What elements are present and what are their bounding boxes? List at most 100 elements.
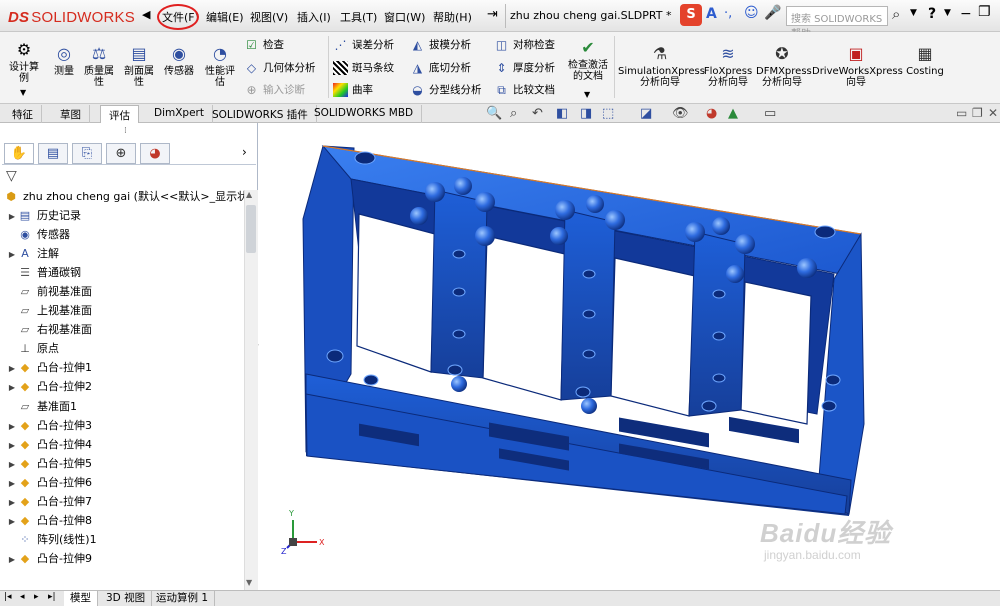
check-button[interactable]: ☑ 检查: [244, 37, 284, 52]
property-manager-tab-icon[interactable]: ▤: [38, 143, 68, 164]
expand-arrow-icon[interactable]: ▶: [6, 512, 18, 531]
check-active-document-dropdown-icon[interactable]: ▼: [584, 90, 590, 99]
simulationxpress-button[interactable]: ⚗ SimulationXpress 分析向导: [618, 44, 705, 88]
feature-manager-tab-icon[interactable]: ✋: [4, 143, 34, 164]
previous-view-icon[interactable]: ↶: [532, 106, 543, 121]
dynamic-annotation-icon[interactable]: ◨: [580, 106, 592, 121]
tree-item[interactable]: ▶ ◆ 凸台-拉伸2: [6, 377, 92, 396]
tab-sketch[interactable]: 草图: [52, 105, 90, 123]
zebra-stripes-button[interactable]: 斑马条纹: [333, 60, 394, 75]
menu-tools[interactable]: 工具(T): [340, 9, 377, 25]
expand-arrow-icon[interactable]: ▶: [6, 207, 18, 226]
design-study-button[interactable]: ⚙ 设计算 例: [4, 40, 44, 84]
view-settings-icon[interactable]: ▭: [764, 106, 776, 121]
dimxpert-manager-tab-icon[interactable]: ⊕: [106, 143, 136, 164]
tree-item[interactable]: ⊥ 原点: [6, 339, 59, 358]
restore-icon[interactable]: ❐: [978, 4, 991, 20]
tree-item[interactable]: ▶ ◆ 凸台-拉伸3: [6, 416, 92, 435]
window-minimize-icon[interactable]: ▭: [956, 106, 967, 120]
configuration-manager-tab-icon[interactable]: ⎘: [72, 143, 102, 164]
tab-3d-view[interactable]: 3D 视图: [100, 591, 153, 606]
tab-motion-study[interactable]: 运动算例 1: [150, 591, 216, 606]
display-style-icon[interactable]: ◪: [640, 106, 652, 121]
zoom-to-area-icon[interactable]: ⌕: [510, 106, 517, 121]
tree-item[interactable]: ▶ ◆ 凸台-拉伸1: [6, 358, 92, 377]
tree-item[interactable]: ☰ 普通碳钢: [6, 263, 81, 282]
expand-arrow-icon[interactable]: ▶: [6, 417, 18, 436]
view-orientation-icon[interactable]: ⬚: [602, 106, 614, 121]
minimize-icon[interactable]: −: [960, 6, 972, 22]
hide-show-items-icon[interactable]: 👁: [672, 106, 689, 121]
tabs-expand-arrow-icon[interactable]: ›: [242, 145, 247, 159]
deviation-analysis-button[interactable]: ⋰ 误差分析: [333, 37, 395, 52]
tab-dimxpert[interactable]: DimXpert: [146, 105, 213, 123]
window-restore-icon[interactable]: ❐: [972, 106, 983, 120]
expand-arrow-icon[interactable]: ▶: [6, 474, 18, 493]
tab-evaluate[interactable]: 评估: [100, 105, 139, 123]
expand-arrow-icon[interactable]: ▶: [6, 455, 18, 474]
tree-item[interactable]: ▶ ◆ 凸台-拉伸6: [6, 473, 92, 492]
tree-item[interactable]: ▶ ◆ 凸台-拉伸9: [6, 549, 92, 568]
tree-item[interactable]: ▶ ◆ 凸台-拉伸7: [6, 492, 92, 511]
menu-view[interactable]: 视图(V): [250, 9, 288, 25]
tree-item[interactable]: ▶ ◆ 凸台-拉伸5: [6, 454, 92, 473]
performance-evaluation-button[interactable]: ◔ 性能评 估: [200, 44, 240, 88]
menu-help[interactable]: 帮助(H): [433, 9, 472, 25]
draft-analysis-button[interactable]: ◭ 拔模分析: [410, 37, 471, 52]
tree-item[interactable]: ▶ ◆ 凸台-拉伸4: [6, 435, 92, 454]
tree-item[interactable]: ▱ 右视基准面: [6, 320, 92, 339]
symmetry-check-button[interactable]: ◫ 对称检查: [494, 37, 555, 52]
search-input[interactable]: 搜索 SOLIDWORKS 帮助: [786, 6, 888, 40]
dfmxpress-button[interactable]: ✪ DFMXpress 分析向导: [756, 44, 812, 88]
pin-icon[interactable]: ⇥: [487, 7, 498, 22]
tree-item[interactable]: ▱ 前视基准面: [6, 282, 92, 301]
scroll-down-icon[interactable]: ▼: [246, 578, 252, 587]
zoom-to-fit-icon[interactable]: 🔍: [486, 106, 502, 121]
bottom-nav-next-icon[interactable]: ▸: [34, 592, 39, 602]
ime-punct-icon[interactable]: ·,: [724, 6, 732, 21]
expand-arrow-icon[interactable]: ▶: [6, 378, 18, 397]
mass-properties-button[interactable]: ⚖ 质量属 性: [80, 44, 118, 88]
floxpress-button[interactable]: ≋ FloXpress 分析向导: [702, 44, 754, 88]
tree-item[interactable]: ◉ 传感器: [6, 225, 70, 244]
tree-item[interactable]: ▶ ◆ 凸台-拉伸8: [6, 511, 92, 530]
tree-item[interactable]: ▱ 上视基准面: [6, 301, 92, 320]
expand-arrow-icon[interactable]: ▶: [6, 493, 18, 512]
tree-scrollbar-thumb[interactable]: [246, 205, 256, 253]
expand-arrow-icon[interactable]: ▶: [6, 550, 18, 569]
compare-documents-button[interactable]: ⧉ 比较文档: [494, 82, 555, 97]
measure-button[interactable]: ◎ 测量: [48, 44, 80, 77]
window-close-icon[interactable]: ✕: [988, 106, 998, 120]
ime-mode-icon[interactable]: A: [706, 6, 717, 22]
undercut-analysis-button[interactable]: ◮ 底切分析: [410, 60, 471, 75]
check-active-document-button[interactable]: ✔ 检查激活 的文档: [566, 38, 610, 82]
expand-arrow-icon[interactable]: ▶: [6, 359, 18, 378]
section-view-icon[interactable]: ◧: [556, 106, 568, 121]
driveworksxpress-button[interactable]: ▣ DriveWorksXpress 向导: [812, 44, 903, 88]
bottom-nav-first-icon[interactable]: |◂: [4, 592, 12, 602]
scroll-up-icon[interactable]: ▲: [246, 190, 252, 199]
tree-item[interactable]: ⁘ 阵列(线性)1: [6, 530, 96, 549]
pane-grip-icon[interactable]: ⁞: [124, 126, 127, 136]
tree-item[interactable]: ▶ ▤ 历史记录: [6, 206, 81, 225]
edit-appearance-icon[interactable]: ◕: [706, 106, 717, 121]
tab-solidworks-mbd[interactable]: SOLIDWORKS MBD: [306, 105, 423, 123]
parting-line-analysis-button[interactable]: ◒ 分型线分析: [410, 82, 481, 97]
sogou-ime-icon[interactable]: S: [680, 4, 702, 26]
thickness-analysis-button[interactable]: ⇕ 厚度分析: [494, 60, 555, 75]
section-properties-button[interactable]: ▤ 剖面属 性: [120, 44, 158, 88]
design-study-dropdown-icon[interactable]: ▼: [20, 88, 26, 97]
menu-collapse-arrow[interactable]: ◀: [142, 8, 150, 21]
search-icon[interactable]: ⌕: [892, 5, 900, 23]
geometry-analysis-button[interactable]: ◇ 几何体分析: [244, 60, 316, 75]
search-dropdown-icon[interactable]: ▼: [910, 8, 917, 18]
tab-features[interactable]: 特征: [4, 105, 42, 123]
import-diagnostics-button[interactable]: ⊕ 输入诊断: [244, 82, 305, 97]
help-button[interactable]: ?: [928, 6, 936, 22]
filter-icon[interactable]: ▽: [6, 168, 17, 184]
ime-emoji-icon[interactable]: ☺: [744, 5, 759, 21]
menu-edit[interactable]: 编辑(E): [206, 9, 244, 25]
menu-insert[interactable]: 插入(I): [297, 9, 331, 25]
apply-scene-icon[interactable]: ▲: [728, 106, 738, 121]
expand-arrow-icon[interactable]: ▶: [6, 436, 18, 455]
